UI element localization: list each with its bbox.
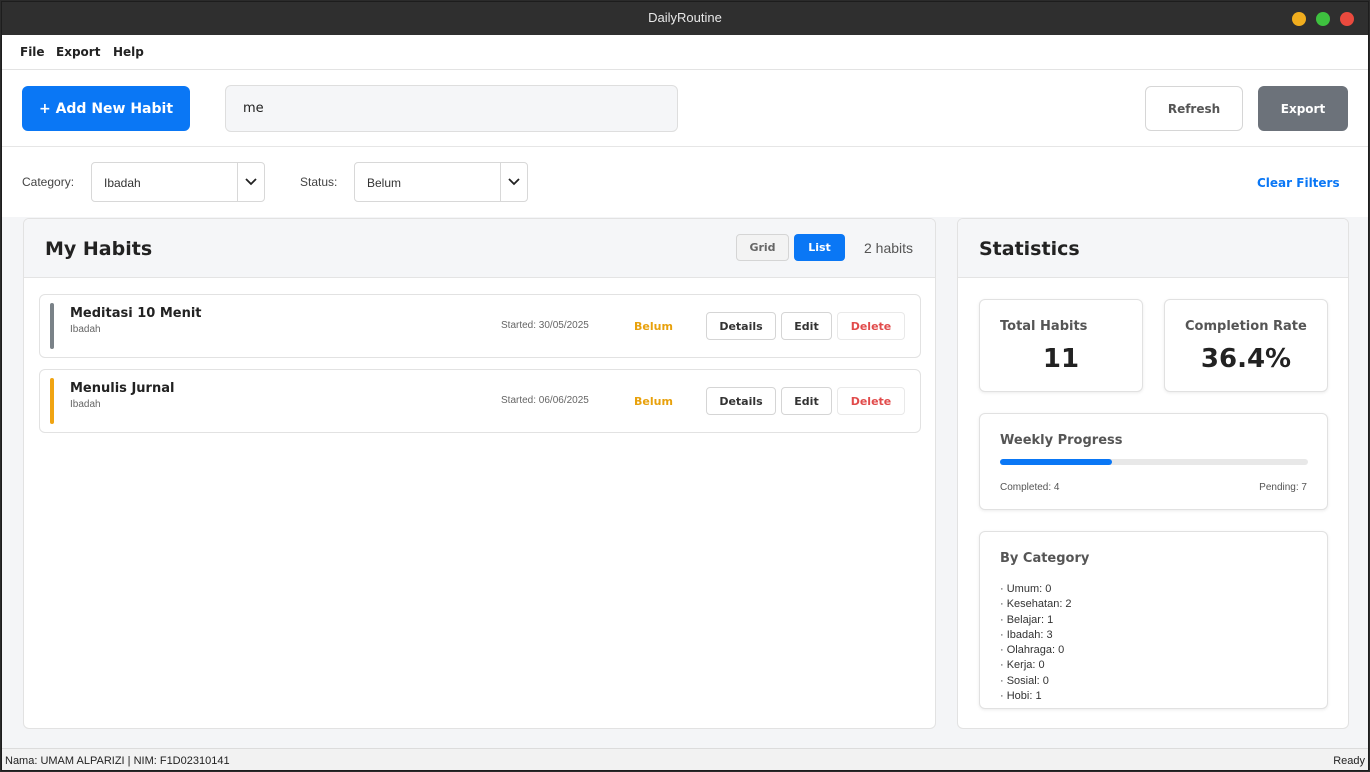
category-list: · Umum: 0 · Kesehatan: 2 · Belajar: 1 · …	[1000, 582, 1072, 704]
category-item: · Kesehatan: 2	[1000, 598, 1072, 611]
category-select-value: Ibadah	[104, 176, 141, 190]
delete-button[interactable]: Delete	[837, 387, 905, 415]
status-bar: Nama: UMAM ALPARIZI | NIM: F1D02310141 R…	[2, 748, 1368, 770]
refresh-button[interactable]: Refresh	[1145, 86, 1243, 131]
add-habit-button[interactable]: + Add New Habit	[22, 86, 190, 131]
category-item: · Ibadah: 3	[1000, 628, 1053, 641]
list-view-button[interactable]: List	[794, 234, 845, 261]
weekly-progress-card: Weekly Progress Completed: 4 Pending: 7	[979, 413, 1328, 510]
details-button[interactable]: Details	[706, 312, 776, 340]
total-habits-label: Total Habits	[1000, 319, 1088, 334]
completion-rate-value: 36.4%	[1200, 344, 1292, 374]
habit-row[interactable]: Meditasi 10 Menit Ibadah Started: 30/05/…	[39, 294, 921, 358]
habits-panel: My Habits Grid List 2 habits Meditasi 10…	[23, 218, 936, 729]
total-habits-value: 11	[1042, 344, 1080, 374]
statistics-header: Statistics	[958, 219, 1348, 278]
statistics-title: Statistics	[979, 238, 1080, 260]
app-window: DailyRoutine File Export Help + Add New …	[1, 1, 1369, 771]
menu-bar: File Export Help	[2, 35, 1368, 70]
habits-count: 2 habits	[864, 240, 914, 256]
habit-name: Menulis Jurnal	[70, 381, 175, 396]
menu-help[interactable]: Help	[113, 45, 144, 59]
status-select-value: Belum	[367, 176, 402, 190]
export-button[interactable]: Export	[1258, 86, 1348, 131]
student-info: Nama: UMAM ALPARIZI | NIM: F1D02310141	[5, 755, 230, 767]
weekly-progress-label: Weekly Progress	[1000, 433, 1123, 448]
habit-name: Meditasi 10 Menit	[70, 306, 202, 321]
filter-bar: Category: Ibadah Status: Belum Clear Fil…	[2, 147, 1368, 217]
details-button[interactable]: Details	[706, 387, 776, 415]
completion-rate-card: Completion Rate 36.4%	[1164, 299, 1328, 392]
habit-row[interactable]: Menulis Jurnal Ibadah Started: 06/06/202…	[39, 369, 921, 433]
category-item: · Umum: 0	[1000, 583, 1052, 595]
habit-category: Ibadah	[70, 399, 101, 410]
weekly-progress-bar	[1000, 459, 1308, 465]
window-title: DailyRoutine	[648, 10, 722, 25]
habit-started-date: Started: 30/05/2025	[501, 320, 589, 331]
habit-category: Ibadah	[70, 324, 101, 335]
edit-button[interactable]: Edit	[781, 387, 832, 415]
menu-export[interactable]: Export	[56, 45, 100, 59]
category-item: · Belajar: 1	[1000, 613, 1054, 626]
total-habits-card: Total Habits 11	[979, 299, 1143, 392]
grid-view-button[interactable]: Grid	[736, 234, 789, 261]
main-content: My Habits Grid List 2 habits Meditasi 10…	[2, 217, 1368, 748]
maximize-button[interactable]	[1316, 12, 1330, 26]
completion-rate-label: Completion Rate	[1185, 319, 1307, 334]
statistics-panel: Statistics Total Habits 11 Completion Ra…	[957, 218, 1349, 729]
close-button[interactable]	[1340, 12, 1354, 26]
habits-header: My Habits Grid List 2 habits	[24, 219, 935, 278]
habit-status: Belum	[634, 320, 673, 333]
habit-started-date: Started: 06/06/2025	[501, 395, 589, 406]
search-input[interactable]: me	[225, 85, 678, 132]
completed-count: Completed: 4	[1000, 482, 1060, 493]
chevron-down-icon[interactable]	[237, 163, 264, 201]
by-category-label: By Category	[1000, 551, 1090, 566]
status-select[interactable]: Belum	[354, 162, 528, 202]
habit-status: Belum	[634, 395, 673, 408]
minimize-button[interactable]	[1292, 12, 1306, 26]
clear-filters-link[interactable]: Clear Filters	[1257, 176, 1340, 190]
habit-color-bar	[50, 378, 54, 424]
habit-color-bar	[50, 303, 54, 349]
toolbar: + Add New Habit me Refresh Export	[2, 70, 1368, 147]
category-item: · Kerja: 0	[1000, 659, 1045, 672]
edit-button[interactable]: Edit	[781, 312, 832, 340]
status-filter-label: Status:	[300, 175, 338, 189]
menu-file[interactable]: File	[20, 45, 45, 59]
delete-button[interactable]: Delete	[837, 312, 905, 340]
category-item: · Olahraga: 0	[1000, 644, 1065, 657]
category-filter-label: Category:	[22, 175, 75, 189]
by-category-card: By Category · Umum: 0 · Kesehatan: 2 · B…	[979, 531, 1328, 709]
habits-title: My Habits	[45, 238, 153, 260]
chevron-down-icon[interactable]	[500, 163, 527, 201]
pending-count: Pending: 7	[1259, 482, 1307, 493]
category-item: · Sosial: 0	[1000, 674, 1049, 687]
title-bar: DailyRoutine	[2, 2, 1368, 35]
weekly-progress-fill	[1000, 459, 1113, 465]
status-text: Ready	[1333, 755, 1365, 767]
category-select[interactable]: Ibadah	[91, 162, 265, 202]
category-item: · Hobi: 1	[1000, 690, 1042, 703]
